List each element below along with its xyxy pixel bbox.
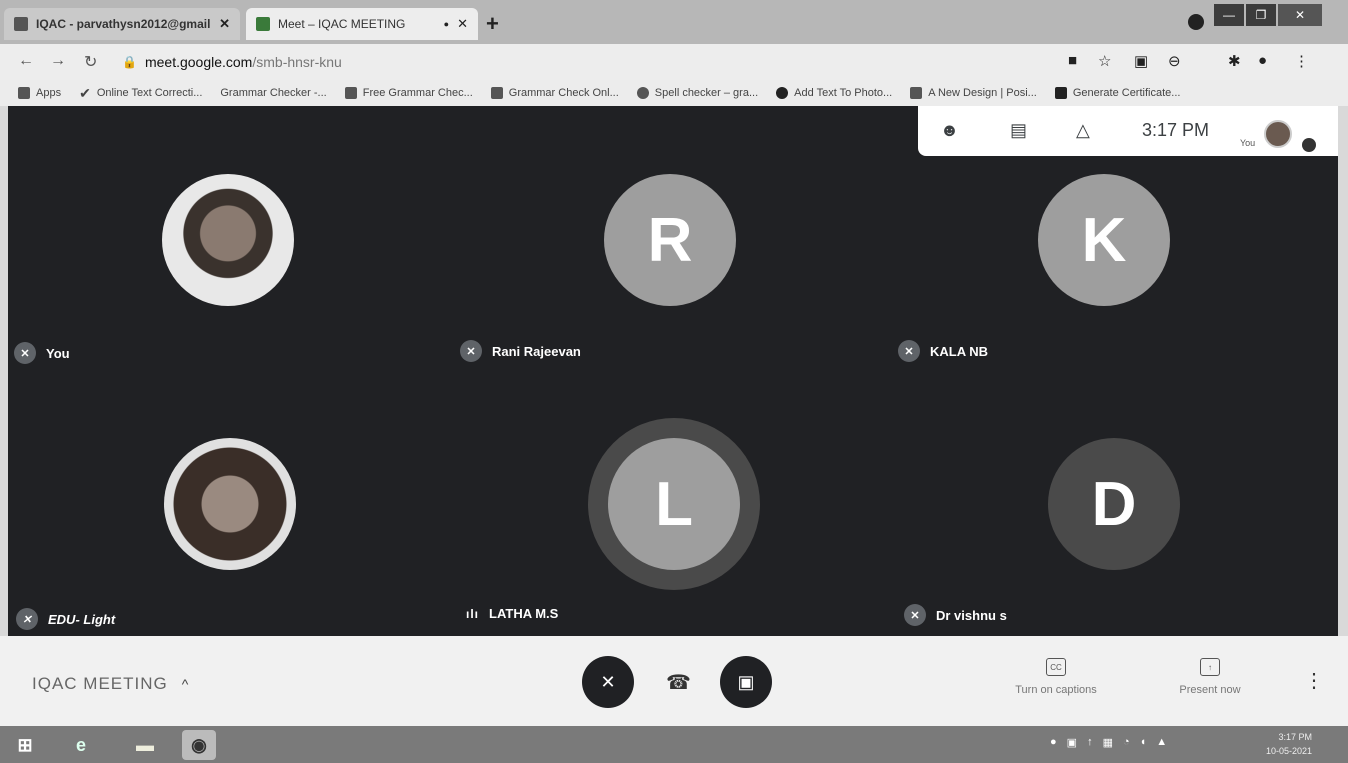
volume-icon[interactable]: ◖ [1140,736,1147,749]
gmail-icon [14,17,28,31]
cloud-icon[interactable]: ▲ [1156,736,1167,749]
mic-toggle-button[interactable]: ✕ [582,656,634,708]
participant-avatar-rani: R [604,174,736,306]
bookmarks-bar: Apps ✔ Online Text Correcti... Grammar Ch… [0,80,1348,106]
new-tab-button[interactable]: + [486,13,499,35]
tab-close-icon[interactable]: ✕ [457,16,468,32]
tray-icon[interactable]: ↑ [1087,736,1093,749]
bookmark-icon [1054,87,1067,99]
extension-icon[interactable]: ⊖ [1168,52,1181,70]
more-options-icon[interactable]: ⋮ [1304,668,1324,693]
star-icon[interactable]: ☆ [1098,52,1111,70]
people-icon[interactable]: ☻ [940,120,959,141]
participant-name-rani: ✕ Rani Rajeevan [460,340,581,362]
participant-name-kala: ✕ KALA NB [898,340,988,362]
bookmark-item[interactable]: ✔ Online Text Correcti... [79,85,202,102]
record-dot-icon: ● [443,19,450,29]
bookmark-item[interactable]: Generate Certificate... [1054,87,1180,99]
pdf-extension-icon[interactable]: ▣ [1134,52,1148,70]
apps-grid-icon [18,87,30,99]
chrome-icon[interactable]: ◉ [182,730,216,760]
participant-photo-edu [164,438,296,570]
mic-muted-icon: ✕ [16,608,38,630]
file-explorer-icon[interactable]: ▬ [128,730,162,760]
present-now-button[interactable]: ↑ Present now [1162,658,1258,696]
bookmark-item[interactable]: Add Text To Photo... [776,87,892,99]
bookmark-icon [344,87,357,99]
bookmark-icon [776,87,789,99]
minimize-button[interactable]: — [1214,4,1244,26]
camera-icon[interactable]: ■ [1068,52,1077,69]
camera-toggle-button[interactable]: ▣ [720,656,772,708]
mic-muted-icon: ✕ [14,342,36,364]
url-field[interactable]: 🔒 meet.google.com /smb-hnsr-knu [122,50,342,74]
avatar[interactable] [1264,120,1292,148]
meet-clock: 3:17 PM [1142,120,1210,140]
chat-icon[interactable]: ▤ [1010,120,1027,141]
tab-iqac-gmail[interactable]: IQAC - parvathysn2012@gmail ✕ [4,8,240,40]
participant-photo-you [162,174,294,306]
checkmark-icon: ✔ [79,84,91,101]
activities-icon[interactable]: △ [1076,120,1090,141]
reload-icon[interactable]: ↻ [84,52,97,72]
meeting-details-button[interactable]: IQAC MEETING ^ [32,674,189,694]
meet-icon [256,17,270,31]
network-icon[interactable]: ▦ [1103,736,1113,749]
profile-dot-icon[interactable] [1188,14,1204,30]
back-arrow-icon[interactable]: ← [18,52,34,70]
mic-off-icon: ✕ [600,671,616,692]
bookmark-item[interactable]: Grammar Checker -... [220,87,326,99]
participant-avatar-vishnu: D [1048,438,1180,570]
camera-off-icon: ▣ [737,671,755,692]
participant-avatar-latha: L [608,438,740,570]
participant-avatar-kala: K [1038,174,1170,306]
mic-muted-icon: ✕ [898,340,920,362]
audio-level-icon: ılı [466,606,480,621]
tray-icon[interactable]: ▣ [1067,736,1077,749]
bookmark-item[interactable]: Grammar Check Onl... [490,87,619,99]
mic-muted-icon: ✕ [904,604,926,626]
forward-arrow-icon[interactable]: → [50,52,66,70]
participant-name-vishnu: ✕ Dr vishnu s [904,604,1007,626]
tray-icon[interactable]: ● [1050,736,1057,749]
wifi-icon[interactable]: ◔ [1123,736,1130,749]
system-tray: ● ▣ ↑ ▦ ◔ ◖ ▲ [1050,736,1167,749]
bookmark-item[interactable]: A New Design | Posi... [910,87,1037,99]
profile-avatar-icon[interactable]: ● [1258,52,1267,69]
participant-name-latha: ılı LATHA M.S [466,606,559,621]
tab-meet[interactable]: Meet – IQAC MEETING ● ✕ [246,8,478,40]
mic-muted-icon: ✕ [460,340,482,362]
lock-icon: 🔒 [122,55,137,69]
windows-start-icon[interactable]: ⊞ [8,730,42,760]
bookmark-item[interactable]: Free Grammar Chec... [344,87,473,99]
tab-close-icon[interactable]: ✕ [219,16,230,32]
participant-name-edu: ✕ EDU- Light [16,608,115,630]
bookmark-apps[interactable]: Apps [18,87,61,99]
captions-icon: CC [1046,658,1066,676]
present-icon: ↑ [1200,658,1220,676]
participant-name-you: ✕ You [14,342,70,364]
more-menu-icon[interactable]: ⋮ [1294,52,1309,70]
bookmark-icon [636,87,649,99]
phone-hangup-icon: ☎ [666,672,691,694]
account-icon [1302,138,1316,152]
you-label: You [1240,138,1256,148]
bookmark-item[interactable]: Spell checker – gra... [636,87,758,99]
bookmark-icon [490,87,503,99]
close-window-button[interactable]: ✕ [1278,4,1322,26]
bookmark-icon [910,87,923,99]
restore-button[interactable]: ❐ [1246,4,1276,26]
internet-explorer-icon[interactable]: e [64,730,98,760]
hang-up-button[interactable]: ☎ [666,670,691,695]
puzzle-icon[interactable]: ✱ [1228,52,1241,70]
chevron-up-icon: ^ [181,676,190,692]
system-clock[interactable]: 3:17 PM 10-05-2021 [1266,730,1312,758]
captions-button[interactable]: CC Turn on captions [1000,658,1112,696]
